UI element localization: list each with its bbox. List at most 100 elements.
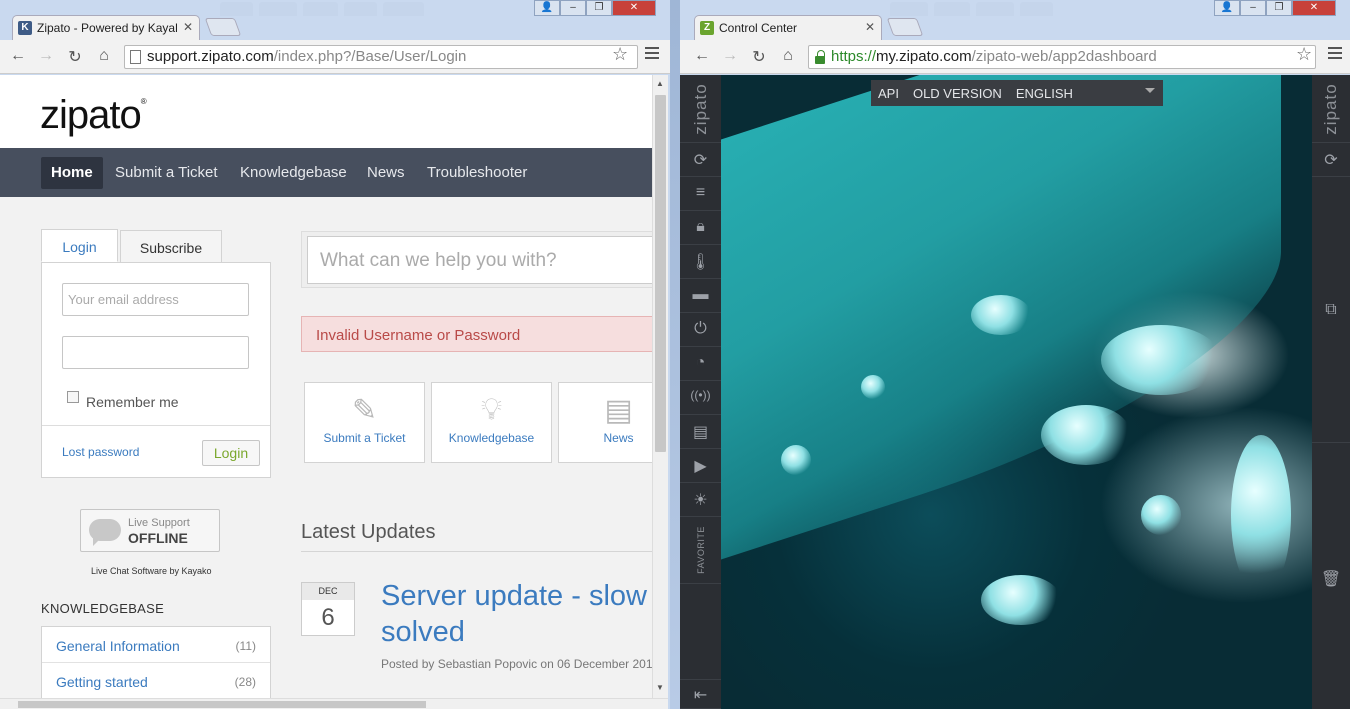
power-icon[interactable]: ⏻: [680, 313, 721, 347]
menu-icon[interactable]: ≡: [680, 177, 721, 211]
horizontal-scroll-thumb[interactable]: [18, 701, 426, 708]
back-icon[interactable]: ←: [692, 47, 712, 65]
close-window-button[interactable]: ✕: [1292, 0, 1336, 16]
bookmark-star-icon[interactable]: ☆: [612, 44, 628, 65]
trash-icon[interactable]: 🗑︎: [1312, 569, 1350, 589]
lost-password-link[interactable]: Lost password: [62, 445, 139, 459]
support-page: zipato® Home Submit a Ticket Knowledgeba…: [0, 75, 652, 698]
knowledgebase-heading: KNOWLEDGEBASE: [41, 601, 165, 616]
scroll-up-icon[interactable]: ▲: [656, 79, 664, 88]
window-controls: 👤 – ❐ ✕: [534, 0, 656, 16]
tile-label: Submit a Ticket: [323, 431, 406, 445]
password-field[interactable]: [62, 336, 249, 369]
tile-submit-ticket[interactable]: ✎ Submit a Ticket: [304, 382, 425, 463]
forward-icon[interactable]: →: [720, 47, 740, 65]
address-bar[interactable]: support.zipato.com/index.php?/Base/User/…: [124, 45, 638, 69]
gauge-icon[interactable]: ◔: [680, 347, 721, 381]
news-month: DEC: [302, 583, 354, 600]
home-icon[interactable]: ⌂: [778, 47, 798, 65]
tab-login[interactable]: Login: [41, 229, 118, 262]
search-input[interactable]: What can we help you with?: [307, 236, 652, 284]
news-date-badge: DEC 6: [301, 582, 355, 636]
zipato-favicon-icon: Z: [700, 21, 714, 35]
close-window-button[interactable]: ✕: [612, 0, 656, 16]
user-icon[interactable]: 👤: [534, 0, 560, 16]
kb-item-general-information[interactable]: General Information (11): [42, 627, 270, 663]
wireless-icon[interactable]: ((•)): [680, 381, 721, 415]
error-message: Invalid Username or Password: [301, 316, 652, 352]
url-path: /zipato-web/app2dashboard: [971, 48, 1157, 65]
sync-icon[interactable]: ⟳: [680, 143, 721, 177]
nav-submit-ticket[interactable]: Submit a Ticket: [115, 157, 218, 189]
sync-icon[interactable]: ⟳: [1312, 143, 1350, 177]
back-icon[interactable]: ←: [8, 47, 28, 65]
chrome-menu-icon[interactable]: [1328, 47, 1342, 62]
reload-icon[interactable]: ↻: [65, 47, 85, 67]
tab-subscribe[interactable]: Subscribe: [120, 230, 222, 263]
minimize-button[interactable]: –: [560, 0, 586, 16]
login-button[interactable]: Login: [202, 440, 260, 466]
scroll-down-icon[interactable]: ▼: [656, 683, 664, 692]
clapperboard-icon[interactable]: ▬: [680, 279, 721, 313]
nav-home[interactable]: Home: [41, 157, 103, 189]
lock-icon[interactable]: 🔒︎: [680, 211, 721, 245]
forward-icon[interactable]: →: [36, 47, 56, 65]
vertical-scrollbar[interactable]: ▲ ▼: [652, 75, 668, 698]
search-container: What can we help you with?: [301, 231, 652, 288]
right-tab-strip: Z Control Center ✕ 👤 – ❐ ✕: [680, 0, 1350, 40]
browser-tab-control-center[interactable]: Z Control Center ✕: [694, 15, 882, 40]
restore-button[interactable]: ❐: [586, 0, 612, 16]
favorite-tab[interactable]: FAVORITE: [680, 516, 721, 584]
news-title-link[interactable]: Server update - slow r solved: [381, 578, 652, 650]
news-meta: Posted by Sebastian Popovic on 06 Decemb…: [381, 657, 652, 671]
tab-close-icon[interactable]: ✕: [865, 20, 875, 34]
chrome-menu-icon[interactable]: [645, 47, 659, 62]
dashboard-background-image: [721, 75, 1312, 709]
restore-button[interactable]: ❐: [1266, 0, 1292, 16]
site-header: zipato®: [0, 75, 652, 148]
new-tab-button[interactable]: [204, 18, 242, 36]
left-tab-strip: K Zipato - Powered by Kayal ✕ 👤 – ❐ ✕: [0, 0, 670, 40]
remember-me-checkbox[interactable]: [67, 391, 79, 403]
tab-title: Zipato - Powered by Kayal: [37, 21, 178, 35]
left-toolbar: ← → ↻ ⌂ support.zipato.com/index.php?/Ba…: [0, 40, 670, 74]
api-link[interactable]: API: [871, 86, 906, 101]
external-link-icon[interactable]: ⧉: [1312, 301, 1350, 319]
horizontal-scrollbar[interactable]: [0, 698, 668, 709]
login-divider: [42, 425, 270, 426]
vertical-scroll-thumb[interactable]: [655, 95, 666, 452]
bookmark-star-icon[interactable]: ☆: [1296, 44, 1312, 65]
minimize-button[interactable]: –: [1240, 0, 1266, 16]
new-tab-button[interactable]: [886, 18, 924, 36]
thermometer-icon[interactable]: 🌡︎: [680, 245, 721, 279]
old-version-link[interactable]: OLD VERSION: [906, 86, 1009, 101]
lightbulb-icon: 💡︎: [481, 393, 502, 426]
nav-knowledgebase[interactable]: Knowledgebase: [240, 157, 347, 189]
camera-icon[interactable]: ▶: [680, 449, 721, 483]
caret-down-icon[interactable]: [1145, 88, 1155, 98]
weather-icon[interactable]: ☀︎: [680, 483, 721, 517]
live-support-button[interactable]: Live Support OFFLINE: [80, 509, 220, 552]
nav-troubleshooter[interactable]: Troubleshooter: [427, 157, 527, 189]
clipboard-icon[interactable]: ▤: [680, 415, 721, 449]
zipato-logo[interactable]: zipato®: [40, 93, 147, 138]
address-bar[interactable]: https://my.zipato.com/zipato-web/app2das…: [808, 45, 1316, 69]
nav-news[interactable]: News: [367, 157, 405, 189]
newspaper-icon: ▤: [604, 394, 633, 427]
browser-tab-zipato-support[interactable]: K Zipato - Powered by Kayal ✕: [12, 15, 200, 40]
news-title-line2: solved: [381, 616, 465, 648]
logout-icon[interactable]: ⇤: [680, 679, 721, 709]
user-icon[interactable]: 👤: [1214, 0, 1240, 16]
remember-me-label: Remember me: [86, 394, 179, 410]
kb-item-label: Getting started: [56, 674, 148, 690]
email-field[interactable]: Your email address: [62, 283, 249, 316]
tile-news[interactable]: ▤ News: [558, 382, 652, 463]
tab-close-icon[interactable]: ✕: [183, 20, 193, 34]
reload-icon[interactable]: ↻: [749, 47, 769, 67]
kb-item-getting-started[interactable]: Getting started (28): [42, 663, 270, 698]
tile-knowledgebase[interactable]: 💡︎ Knowledgebase: [431, 382, 552, 463]
live-chat-caption[interactable]: Live Chat Software by Kayako: [91, 566, 212, 576]
left-browser-window: K Zipato - Powered by Kayal ✕ 👤 – ❐ ✕ ← …: [0, 0, 670, 709]
home-icon[interactable]: ⌂: [94, 47, 114, 65]
language-select[interactable]: ENGLISH: [1009, 86, 1080, 101]
